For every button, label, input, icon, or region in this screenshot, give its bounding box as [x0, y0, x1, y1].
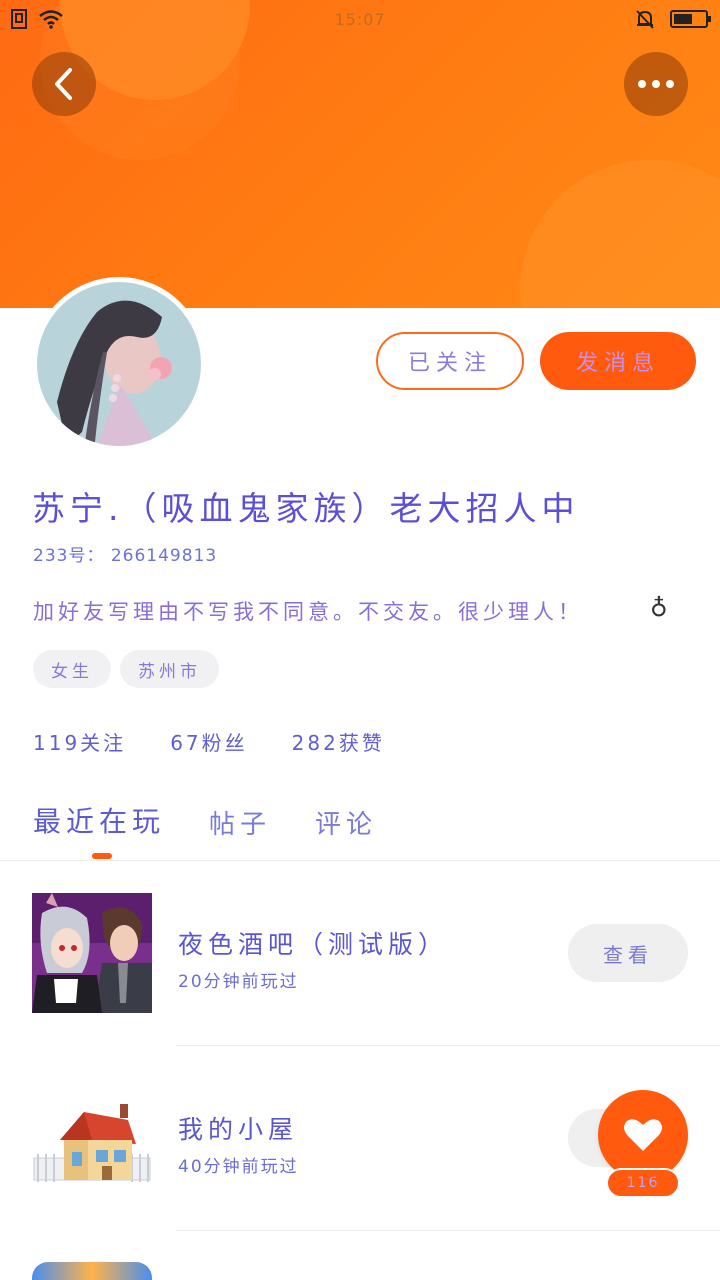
list-item[interactable]: 夜色酒吧（测试版） 20分钟前玩过 查看: [0, 861, 720, 1046]
profile-header-banner: [0, 0, 720, 308]
profile-tabs: 最近在玩 帖子 评论: [33, 800, 377, 841]
stat-following[interactable]: 119关注: [33, 727, 126, 756]
avatar[interactable]: [32, 277, 206, 451]
stat-likes[interactable]: 282获赞: [292, 727, 385, 756]
bio-symbol: ♁: [650, 594, 668, 622]
divider: [176, 1230, 720, 1231]
like-button[interactable]: [598, 1090, 688, 1180]
game-last-played: 40分钟前玩过: [178, 1157, 299, 1177]
followed-button[interactable]: 已关注: [376, 332, 524, 390]
mute-bell-icon: [636, 10, 654, 29]
profile-name: 苏宁.（吸血鬼家族）老大招人中: [32, 489, 580, 528]
back-button[interactable]: [32, 52, 96, 116]
more-button[interactable]: [624, 52, 688, 116]
tab-comments[interactable]: 评论: [315, 800, 377, 841]
game-last-played: 20分钟前玩过: [178, 972, 299, 992]
battery-icon: [670, 10, 711, 28]
game-thumbnail: [32, 893, 152, 1013]
decorative-circle: [520, 160, 720, 308]
heart-icon: [624, 1119, 662, 1151]
profile-bio: 加好友写理由不写我不同意。不交友。很少理人！: [33, 600, 583, 624]
avatar-image: [37, 282, 201, 446]
profile-uid: 233号： 266149813: [33, 546, 218, 566]
view-button[interactable]: 查看: [568, 924, 688, 982]
game-title: 夜色酒吧（测试版）: [178, 930, 449, 959]
tab-posts[interactable]: 帖子: [209, 800, 271, 841]
profile-tags: 女生 苏州市: [33, 650, 219, 688]
send-message-button[interactable]: 发消息: [540, 332, 696, 390]
tag-city: 苏州市: [120, 650, 219, 688]
chevron-left-icon: [55, 68, 72, 100]
stat-fans[interactable]: 67粉丝: [170, 727, 247, 756]
tab-recent-played[interactable]: 最近在玩: [33, 800, 165, 841]
status-right-icons: [634, 8, 711, 30]
status-bar: 15:07: [0, 0, 720, 40]
game-thumbnail: [32, 1078, 152, 1198]
game-title: 我的小屋: [178, 1115, 299, 1144]
profile-stats: 119关注 67粉丝 282获赞: [33, 727, 385, 756]
more-icon: [638, 80, 674, 88]
status-time: 15:07: [334, 10, 386, 29]
like-count-badge: 116: [606, 1168, 680, 1198]
tag-gender: 女生: [33, 650, 111, 688]
tab-indicator: [92, 853, 112, 859]
game-thumbnail[interactable]: [32, 1262, 152, 1280]
